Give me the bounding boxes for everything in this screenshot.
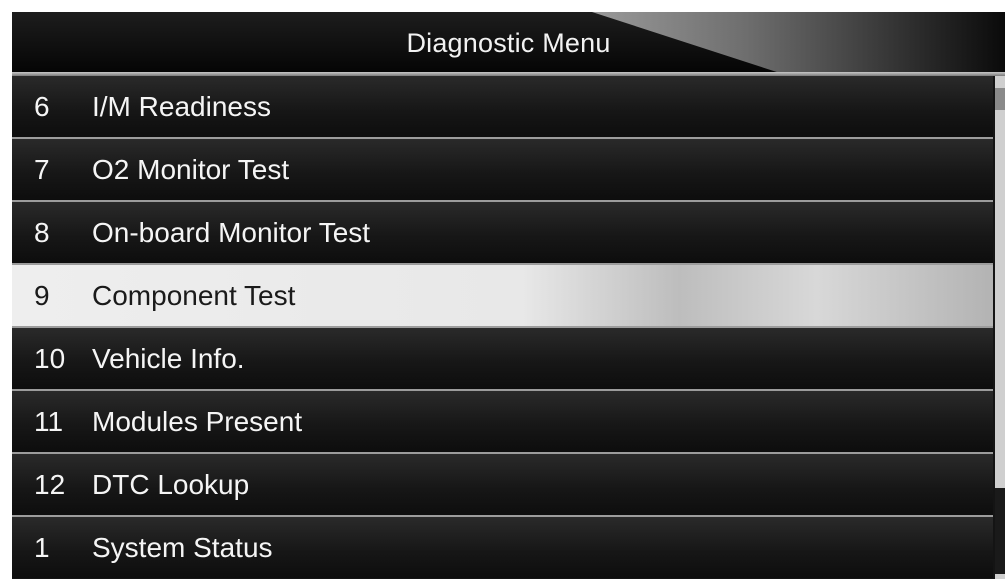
menu-item-number: 10 bbox=[34, 342, 66, 374]
scrollbar-thumb[interactable] bbox=[995, 488, 1005, 574]
menu-item-number: 11 bbox=[34, 405, 64, 437]
menu-item-label: Vehicle Info. bbox=[92, 342, 245, 374]
menu-item-modules-present[interactable]: 11 Modules Present bbox=[12, 391, 993, 454]
menu-item-component-test[interactable]: 9 Component Test bbox=[12, 265, 993, 328]
menu-item-label: DTC Lookup bbox=[92, 468, 250, 500]
menu-item-number: 6 bbox=[34, 90, 50, 122]
diagnostic-screen: Diagnostic Menu 6 I/M Readiness 7 O2 Mon… bbox=[12, 12, 1005, 579]
menu-item-im-readiness[interactable]: 6 I/M Readiness bbox=[12, 76, 993, 139]
menu-item-dtc-lookup[interactable]: 12 DTC Lookup bbox=[12, 454, 993, 517]
scroll-up-icon[interactable] bbox=[995, 88, 1005, 110]
menu-item-label: I/M Readiness bbox=[92, 90, 271, 122]
menu-item-label: O2 Monitor Test bbox=[92, 153, 290, 185]
menu-item-system-status[interactable]: 1 System Status bbox=[12, 517, 993, 578]
menu-item-onboard-monitor-test[interactable]: 8 On-board Monitor Test bbox=[12, 202, 993, 265]
title-bar: Diagnostic Menu bbox=[12, 12, 1005, 72]
diagnostic-menu-list: 6 I/M Readiness 7 O2 Monitor Test 8 On-b… bbox=[12, 76, 993, 578]
menu-item-number: 7 bbox=[34, 153, 50, 185]
menu-item-label: On-board Monitor Test bbox=[92, 216, 371, 248]
menu-item-label: System Status bbox=[92, 531, 273, 563]
menu-item-o2-monitor-test[interactable]: 7 O2 Monitor Test bbox=[12, 139, 993, 202]
menu-scrollbar[interactable] bbox=[995, 76, 1005, 579]
menu-item-label: Modules Present bbox=[92, 405, 303, 437]
menu-item-number: 1 bbox=[34, 531, 50, 563]
menu-item-label: Component Test bbox=[92, 279, 296, 311]
page-title: Diagnostic Menu bbox=[406, 28, 611, 58]
menu-item-number: 8 bbox=[34, 216, 50, 248]
menu-item-vehicle-info[interactable]: 10 Vehicle Info. bbox=[12, 328, 993, 391]
menu-item-number: 9 bbox=[34, 279, 50, 311]
menu-item-number: 12 bbox=[34, 468, 66, 500]
